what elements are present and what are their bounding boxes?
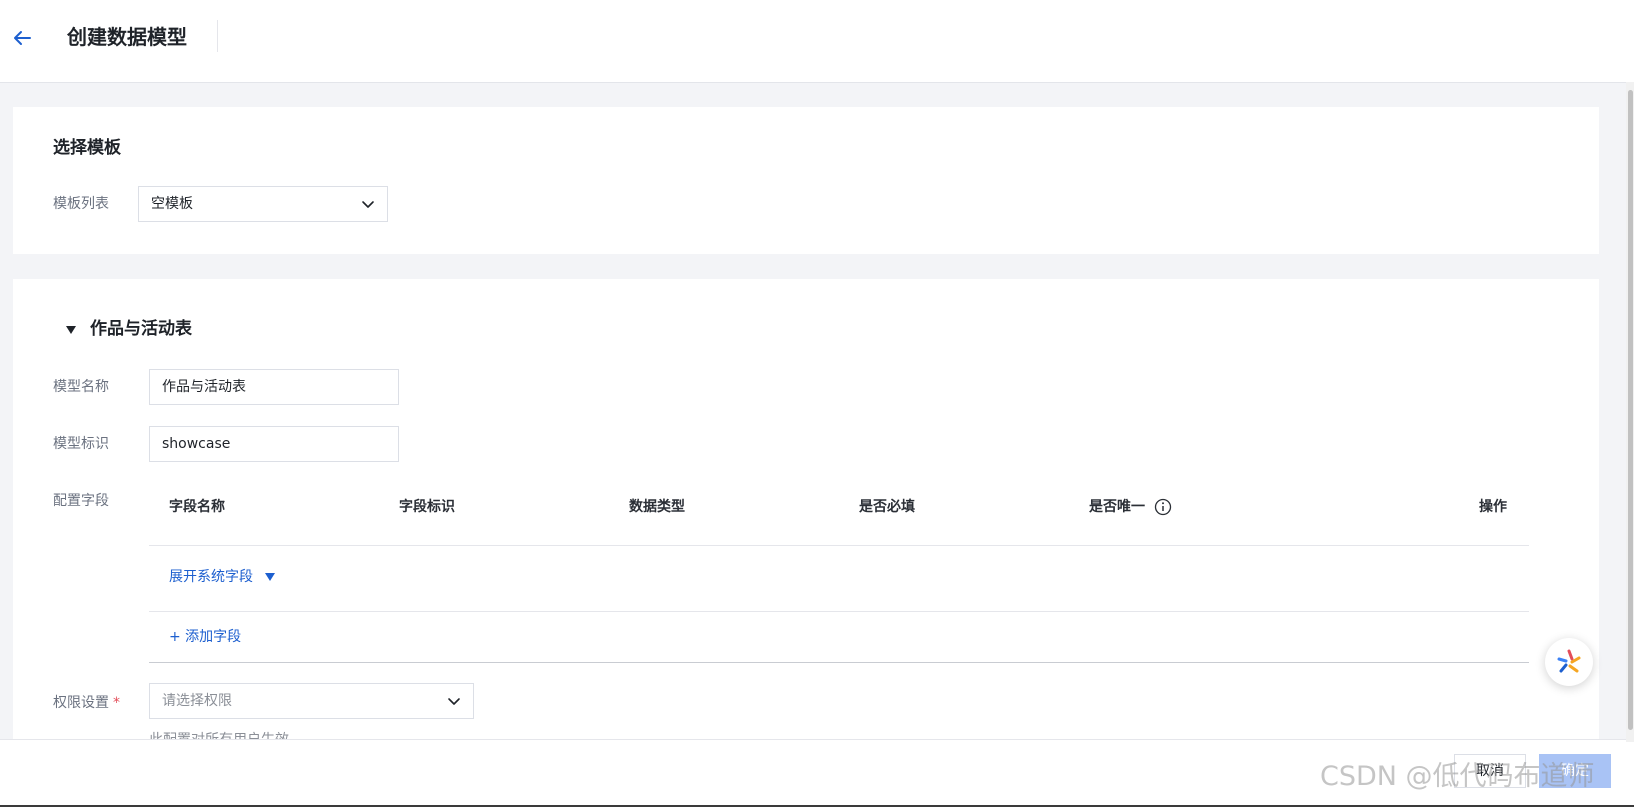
model-name-label: 模型名称 — [53, 379, 109, 395]
add-field-button[interactable]: + 添加字段 — [169, 627, 241, 647]
info-icon[interactable] — [1154, 498, 1172, 516]
permission-label-text: 权限设置 — [53, 695, 109, 711]
back-arrow-icon[interactable] — [10, 26, 34, 50]
page-header: 创建数据模型 — [0, 0, 1634, 83]
column-header-field-name: 字段名称 — [169, 499, 225, 515]
collapse-triangle-icon[interactable] — [66, 326, 76, 334]
page-title: 创建数据模型 — [67, 25, 187, 49]
column-header-field-id: 字段标识 — [399, 499, 455, 515]
watermark: CSDN @低代码布道师 — [1320, 761, 1595, 792]
chevron-down-icon — [448, 698, 460, 705]
table-divider — [149, 545, 1529, 546]
template-select[interactable]: 空模板 — [138, 186, 388, 222]
assistant-logo-icon — [1557, 649, 1581, 673]
table-divider — [149, 611, 1529, 612]
expand-system-fields-link[interactable]: 展开系统字段 — [169, 567, 276, 587]
permission-placeholder: 请选择权限 — [162, 693, 232, 709]
model-id-label: 模型标识 — [53, 436, 109, 452]
expand-system-fields-text: 展开系统字段 — [169, 569, 253, 585]
model-card: 作品与活动表 模型名称 作品与活动表 模型标识 showcase 配置字段 权限… — [13, 279, 1599, 739]
header-divider — [217, 20, 218, 52]
model-id-input[interactable]: showcase — [149, 426, 399, 462]
required-mark: * — [113, 695, 120, 711]
column-header-data-type: 数据类型 — [629, 499, 685, 515]
fields-label: 配置字段 — [53, 493, 109, 509]
permission-hint: 此配置对所有用户生效 — [149, 727, 289, 739]
table-bottom-border — [149, 662, 1529, 663]
assistant-float-button[interactable] — [1545, 638, 1593, 686]
column-header-actions: 操作 — [1479, 499, 1507, 515]
model-name-input[interactable]: 作品与活动表 — [149, 369, 399, 405]
caret-down-icon — [265, 573, 276, 581]
chevron-down-icon — [362, 201, 374, 208]
template-list-label: 模板列表 — [53, 196, 109, 212]
template-section-title: 选择模板 — [53, 138, 121, 158]
scrollbar-thumb[interactable] — [1628, 90, 1633, 730]
model-section-title: 作品与活动表 — [90, 319, 192, 339]
template-select-value: 空模板 — [151, 196, 193, 212]
column-header-required: 是否必填 — [859, 499, 915, 515]
permission-select[interactable]: 请选择权限 — [149, 683, 474, 719]
template-card: 选择模板 模板列表 空模板 — [13, 107, 1599, 254]
column-header-unique-text: 是否唯一 — [1089, 499, 1145, 515]
column-header-unique: 是否唯一 — [1089, 497, 1172, 517]
permission-label: 权限设置 * — [53, 693, 120, 713]
